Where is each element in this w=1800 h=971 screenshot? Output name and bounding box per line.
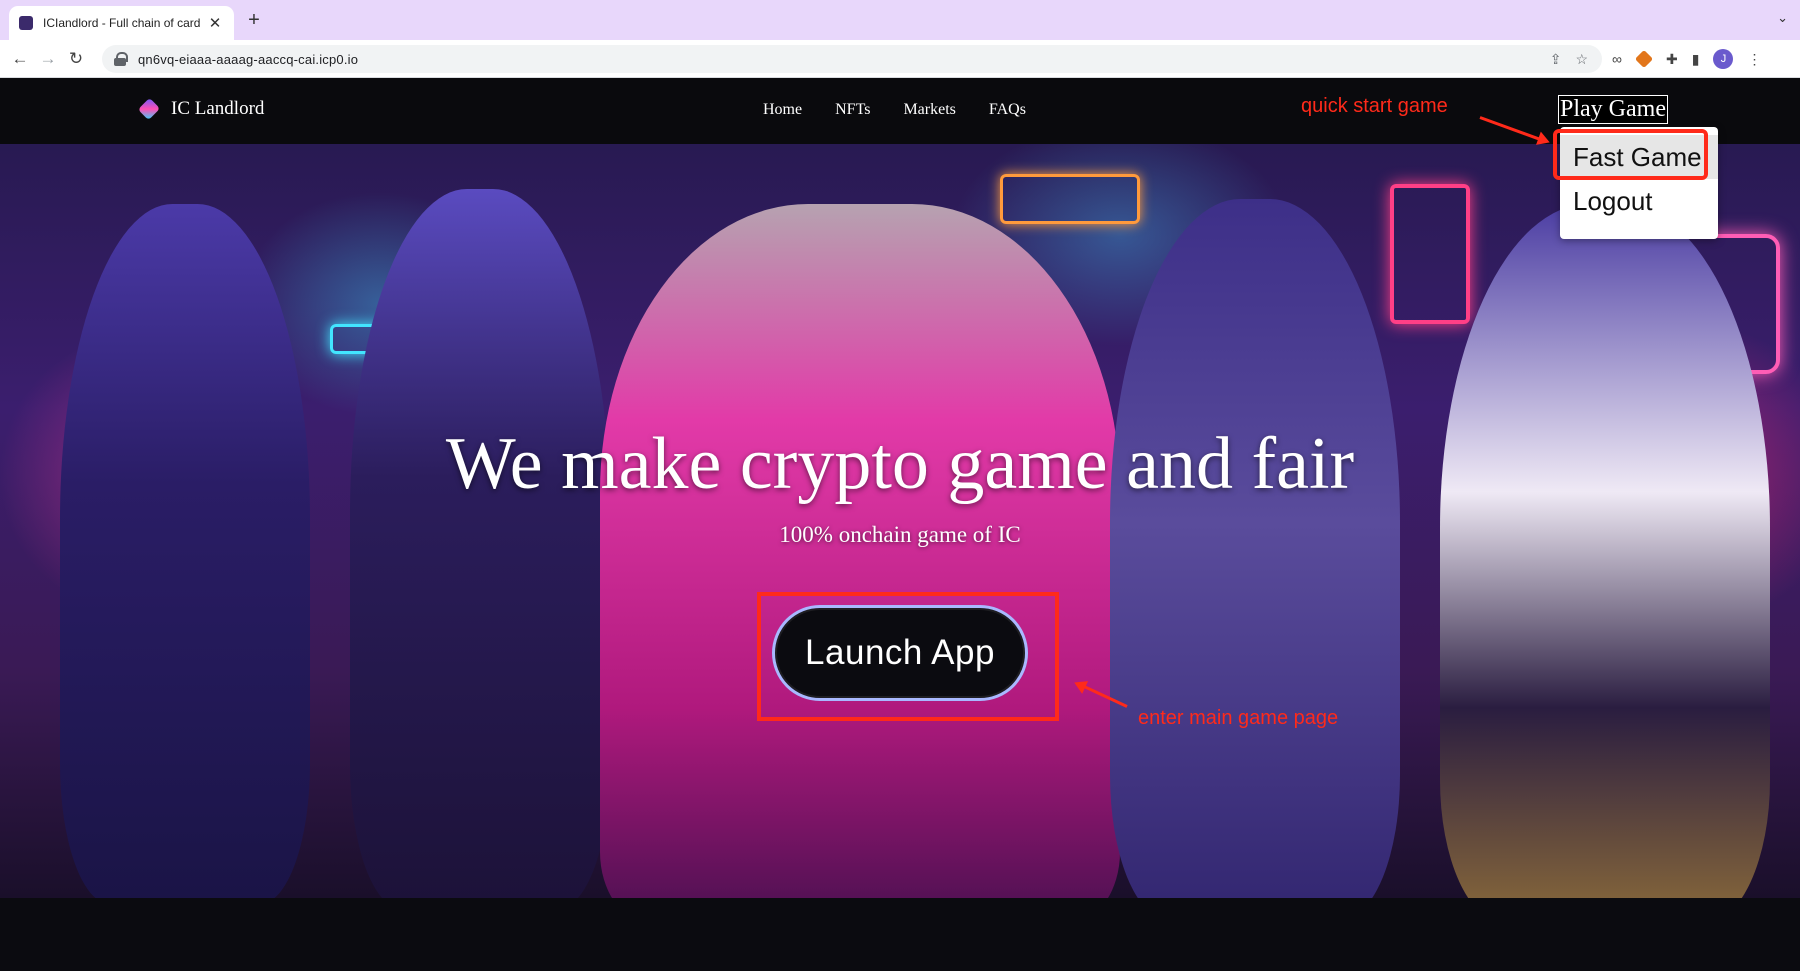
infinity-extension-icon[interactable]: ∞ [1612, 51, 1622, 67]
metamask-fox-icon[interactable] [1634, 49, 1654, 69]
reload-icon[interactable]: ↻ [64, 47, 88, 71]
logo-text: IC Landlord [171, 98, 265, 119]
nav-link-home[interactable]: Home [763, 101, 802, 119]
hero-subtitle: 100% onchain game of IC [779, 522, 1021, 547]
forward-arrow-icon[interactable]: → [36, 47, 60, 71]
side-panel-icon[interactable]: ▮ [1692, 51, 1700, 68]
nav-link-faqs[interactable]: FAQs [989, 101, 1026, 119]
play-game-button[interactable]: Play Game [1558, 95, 1668, 124]
logo-cube-icon [137, 96, 161, 122]
site-favicon-icon [19, 16, 33, 30]
back-arrow-icon[interactable]: ← [8, 47, 32, 71]
hero-title: We make crypto game and fair [445, 423, 1355, 505]
annotation-quick-start: quick start game [1301, 95, 1448, 117]
annotation-highlight-fast-game [1553, 129, 1708, 180]
hero-character-landlord [600, 204, 1120, 898]
site-logo[interactable]: IC Landlord [137, 96, 264, 122]
neon-sign [1000, 174, 1140, 224]
browser-tab[interactable]: ICIandlord - Full chain of card ✕ [9, 6, 234, 40]
hero-character [60, 204, 310, 898]
hero-banner: We make crypto game and fair 100% onchai… [0, 144, 1800, 898]
kebab-menu-icon[interactable]: ⋮ [1747, 51, 1761, 68]
close-tab-icon[interactable]: ✕ [206, 14, 224, 32]
chevron-down-icon[interactable]: ⌄ [1777, 10, 1788, 26]
hero-character [1440, 204, 1770, 898]
main-nav: Home NFTs Markets FAQs [763, 101, 1026, 119]
nav-link-nfts[interactable]: NFTs [835, 101, 870, 119]
menu-item-logout[interactable]: Logout [1560, 179, 1718, 223]
page-bottom-band [0, 898, 1800, 971]
puzzle-extensions-icon[interactable]: ✚ [1666, 51, 1678, 68]
browser-tab-bar: ICIandlord - Full chain of card ✕ + ⌄ [0, 0, 1800, 40]
avatar[interactable]: J [1713, 49, 1734, 69]
tab-title: ICIandlord - Full chain of card [43, 16, 201, 30]
share-icon[interactable]: ⇪ [1550, 51, 1562, 68]
neon-sign [1390, 184, 1470, 324]
new-tab-button[interactable]: + [243, 9, 265, 31]
lock-icon[interactable] [114, 52, 128, 66]
annotation-enter-main: enter main game page [1138, 707, 1339, 729]
browser-toolbar: ← → ↻ qn6vq-eiaaa-aaaag-aaccq-cai.icp0.i… [0, 40, 1800, 78]
annotation-highlight-launch-app [757, 592, 1059, 721]
bookmark-star-icon[interactable]: ☆ [1575, 51, 1588, 68]
hero-character [1110, 199, 1400, 898]
address-bar[interactable]: qn6vq-eiaaa-aaaag-aaccq-cai.icp0.io ⇪ ☆ [102, 45, 1602, 73]
url-text: qn6vq-eiaaa-aaaag-aaccq-cai.icp0.io [138, 51, 359, 67]
nav-link-markets[interactable]: Markets [903, 101, 955, 119]
